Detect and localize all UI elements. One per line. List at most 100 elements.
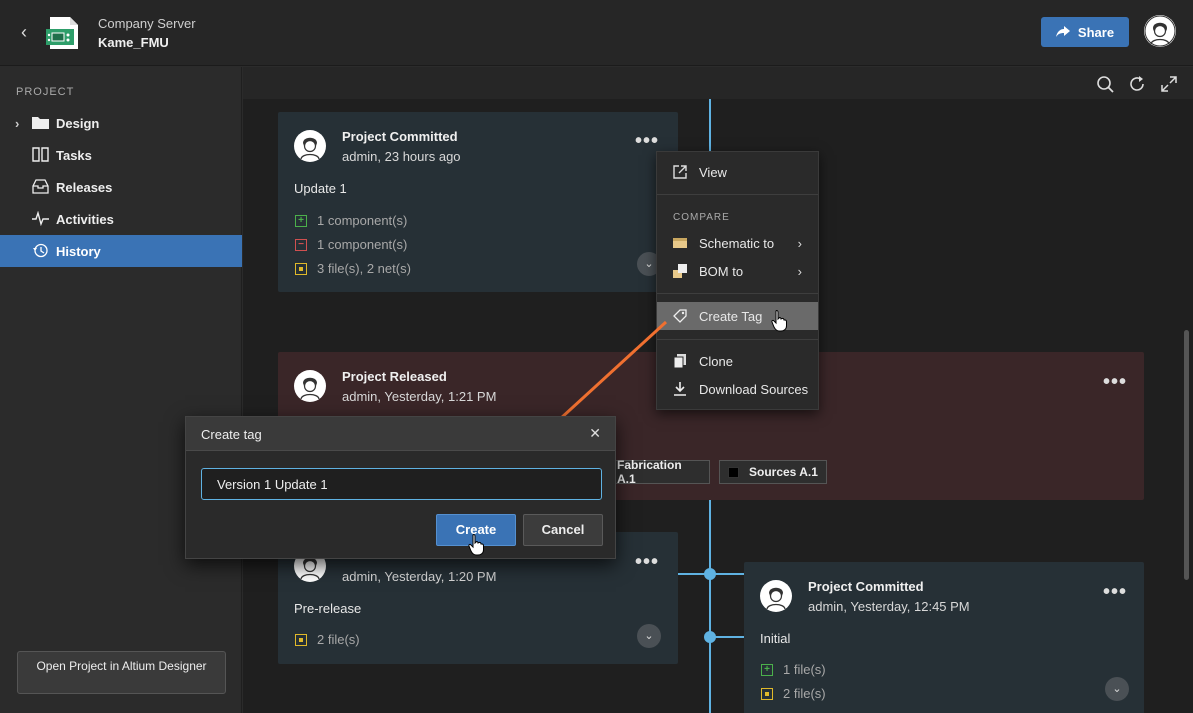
chevron-down-icon[interactable]: ⌄ xyxy=(637,624,661,648)
change-row: 3 file(s), 2 net(s) xyxy=(295,261,411,276)
card-author-time: admin, Yesterday, 1:21 PM xyxy=(342,389,497,404)
menu-item-view[interactable]: View xyxy=(657,158,818,186)
sidebar-item-history[interactable]: History xyxy=(0,235,242,267)
change-row: +1 component(s) xyxy=(295,213,407,228)
scrollbar[interactable] xyxy=(1184,330,1189,580)
sidebar-item-label: Activities xyxy=(56,211,114,227)
user-avatar[interactable] xyxy=(1144,15,1176,47)
commit-message: Pre-release xyxy=(294,601,362,616)
more-options-icon[interactable]: ••• xyxy=(635,552,659,572)
menu-divider xyxy=(657,194,818,195)
open-in-altium-button[interactable]: Open Project in Altium Designer xyxy=(17,651,226,694)
external-link-icon xyxy=(673,165,687,179)
menu-label: Create Tag xyxy=(699,308,763,324)
pcb-project-icon xyxy=(46,17,78,49)
commit-message: Update 1 xyxy=(294,181,347,196)
avatar xyxy=(294,370,326,402)
change-row: 2 file(s) xyxy=(761,686,826,701)
fullscreen-icon[interactable] xyxy=(1159,74,1179,94)
history-icon xyxy=(33,243,48,258)
menu-label: BOM to xyxy=(699,263,744,279)
tag-label: Fabrication A.1 xyxy=(617,458,682,486)
back-arrow-icon[interactable]: ‹ xyxy=(14,22,34,42)
share-button[interactable]: Share xyxy=(1041,17,1129,47)
release-tag[interactable]: Sources A.1 xyxy=(719,460,827,484)
inbox-icon xyxy=(32,179,49,194)
change-text: 3 file(s), 2 net(s) xyxy=(317,261,411,276)
context-menu: View COMPARE Schematic to › BOM to › Cre… xyxy=(656,151,819,410)
menu-divider xyxy=(657,293,818,294)
project-name: Kame_FMU xyxy=(98,35,169,50)
menu-item-clone[interactable]: Clone xyxy=(657,347,818,375)
copy-icon xyxy=(673,354,686,368)
more-options-icon[interactable]: ••• xyxy=(1103,372,1127,392)
commit-message: Initial xyxy=(760,631,791,646)
search-icon[interactable] xyxy=(1095,74,1115,94)
cancel-button[interactable]: Cancel xyxy=(523,514,603,546)
chevron-down-icon[interactable]: ⌄ xyxy=(1105,677,1129,701)
sidebar-item-design[interactable]: › Design xyxy=(0,107,242,139)
refresh-icon[interactable] xyxy=(1127,74,1147,94)
change-text: 2 file(s) xyxy=(317,632,360,647)
folder-icon xyxy=(32,117,49,129)
bom-icon xyxy=(673,264,687,278)
card-title: Project Released xyxy=(342,369,447,384)
user-avatar-icon xyxy=(295,131,325,161)
menu-item-create-tag[interactable]: Create Tag xyxy=(657,302,818,330)
commit-card[interactable]: Project Committed admin, 23 hours ago ••… xyxy=(278,112,678,292)
dialog-title: Create tag xyxy=(201,427,262,442)
sidebar-item-tasks[interactable]: Tasks xyxy=(0,139,242,171)
menu-item-download-sources[interactable]: Download Sources xyxy=(657,375,818,403)
card-title: Project Committed xyxy=(808,579,924,594)
sidebar-item-label: Releases xyxy=(56,179,113,195)
menu-label: Clone xyxy=(699,353,733,369)
hand-cursor-icon xyxy=(771,310,787,332)
sidebar-item-releases[interactable]: Releases xyxy=(0,171,242,203)
menu-section-header: COMPARE xyxy=(673,212,730,223)
server-name: Company Server xyxy=(98,16,196,31)
history-toolbar xyxy=(243,67,1193,99)
change-text: 1 component(s) xyxy=(317,237,408,252)
tag-name-input[interactable] xyxy=(201,468,602,500)
menu-item-bom-compare[interactable]: BOM to › xyxy=(657,257,818,285)
chevron-right-icon[interactable]: › xyxy=(15,116,19,131)
change-text: 2 file(s) xyxy=(783,686,826,701)
timeline-node[interactable] xyxy=(704,568,716,580)
more-options-icon[interactable]: ••• xyxy=(635,131,659,151)
modified-icon xyxy=(761,687,773,700)
chevron-right-icon: › xyxy=(797,263,802,279)
card-author-time: admin, Yesterday, 1:20 PM xyxy=(342,569,497,584)
change-row: −1 component(s) xyxy=(295,237,407,252)
sidebar-item-activities[interactable]: Activities xyxy=(0,203,242,235)
sidebar-title: PROJECT xyxy=(16,86,75,98)
timeline-node[interactable] xyxy=(704,631,716,643)
change-text: 1 file(s) xyxy=(783,662,826,677)
sidebar-item-label: Tasks xyxy=(56,147,92,163)
change-row: 2 file(s) xyxy=(295,632,360,647)
change-row: +1 file(s) xyxy=(761,662,826,677)
user-avatar-icon xyxy=(1144,15,1176,47)
menu-divider xyxy=(657,339,818,340)
book-icon xyxy=(32,147,49,162)
modified-icon xyxy=(295,262,307,275)
added-icon: + xyxy=(295,214,307,227)
modified-icon xyxy=(295,633,307,646)
commit-card[interactable]: Project Committed admin, Yesterday, 12:4… xyxy=(744,562,1144,713)
user-avatar-icon xyxy=(295,371,325,401)
avatar xyxy=(760,580,792,612)
project-sidebar: PROJECT › Design Tasks Releases Activiti… xyxy=(0,67,242,713)
close-icon[interactable]: ✕ xyxy=(589,425,601,442)
tag-label: Sources A.1 xyxy=(749,465,818,479)
schematic-icon xyxy=(673,238,687,248)
share-arrow-icon xyxy=(1055,26,1070,37)
top-bar: ‹ Company Server Kame_FMU Share xyxy=(0,0,1193,66)
sidebar-item-label: Design xyxy=(56,115,100,131)
menu-label: View xyxy=(699,164,727,180)
menu-item-schematic-compare[interactable]: Schematic to › xyxy=(657,229,818,257)
tag-icon xyxy=(673,309,687,323)
create-tag-dialog: Create tag ✕ Create Cancel xyxy=(185,416,616,559)
more-options-icon[interactable]: ••• xyxy=(1103,582,1127,602)
card-title: Project Committed xyxy=(342,129,458,144)
user-avatar-icon xyxy=(761,581,791,611)
avatar xyxy=(294,130,326,162)
